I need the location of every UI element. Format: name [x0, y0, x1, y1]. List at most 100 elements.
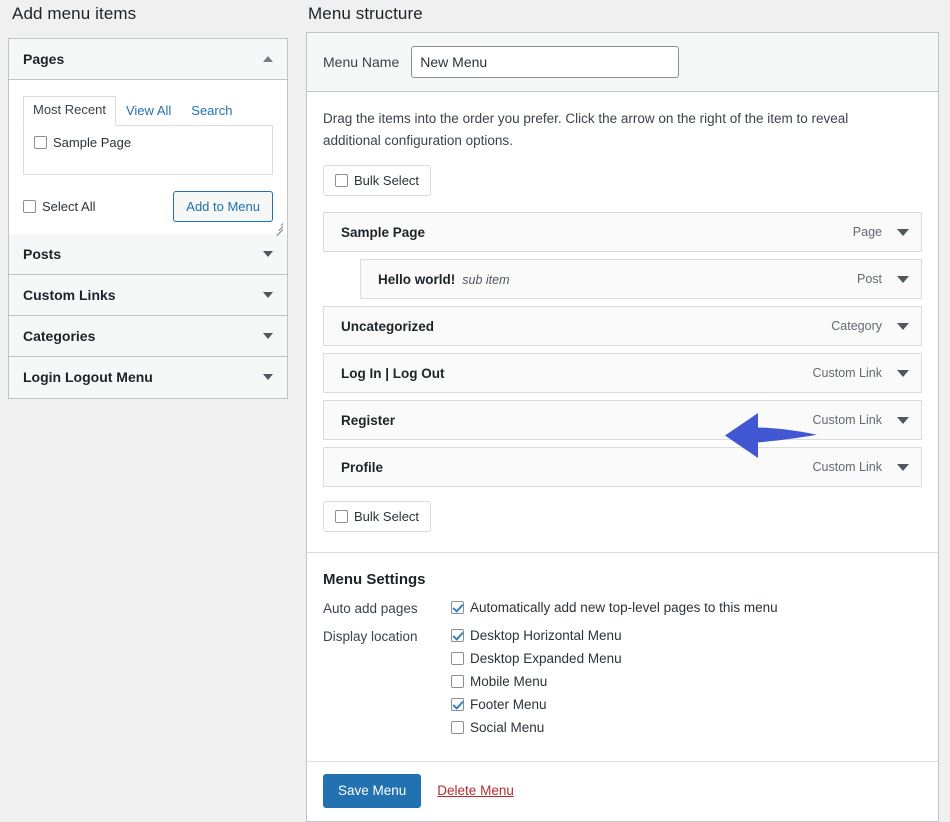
location-option-desktop-expanded[interactable]: Desktop Expanded Menu	[451, 651, 922, 666]
select-all-checkbox[interactable]	[23, 199, 36, 213]
chevron-down-icon[interactable]	[263, 374, 273, 381]
location-label-mobile: Mobile Menu	[470, 674, 548, 690]
location-option-footer[interactable]: Footer Menu	[451, 697, 922, 712]
bulk-select-bottom-wrapper: Bulk Select	[323, 501, 922, 533]
location-option-social[interactable]: Social Menu	[451, 720, 922, 735]
accordion-pages: Pages Most Recent View All Search Sample…	[9, 39, 287, 237]
pages-panel-body: Most Recent View All Search Sample Page …	[9, 80, 287, 237]
accordion-title-pages: Pages	[23, 51, 65, 67]
menu-item-sample-page[interactable]: Sample Page Page	[323, 212, 922, 253]
display-location-label: Display location	[323, 629, 418, 645]
bulk-select-checkbox-bottom[interactable]	[335, 510, 348, 524]
bulk-select-button-bottom[interactable]: Bulk Select	[323, 501, 432, 533]
menu-item-wrapper: Hello world! sub item Post	[323, 259, 922, 300]
menu-structure-heading: Menu structure	[308, 4, 423, 23]
menu-item-expand-toggle[interactable]	[896, 319, 910, 333]
chevron-down-icon	[897, 228, 909, 236]
tab-view-all[interactable]: View All	[116, 97, 181, 126]
page-checkbox-row[interactable]: Sample Page	[34, 135, 262, 150]
accordion-header-posts[interactable]: Posts	[9, 233, 287, 275]
accordion-title-login-logout-menu: Login Logout Menu	[23, 369, 153, 386]
save-menu-button[interactable]: Save Menu	[323, 774, 422, 808]
chevron-down-icon	[897, 322, 909, 330]
pages-tabs: Most Recent View All Search	[23, 96, 273, 126]
menu-item-type: Custom Link	[812, 413, 882, 428]
add-to-menu-button[interactable]: Add to Menu	[173, 190, 273, 222]
location-label-desktop-expanded: Desktop Expanded Menu	[470, 651, 622, 667]
chevron-down-icon	[897, 416, 909, 424]
location-option-mobile[interactable]: Mobile Menu	[451, 674, 922, 689]
menu-item-wrapper: Log In | Log Out Custom Link	[323, 353, 922, 394]
add-menu-items-panel: Pages Most Recent View All Search Sample…	[8, 38, 288, 399]
menu-item-expand-toggle[interactable]	[896, 460, 910, 474]
chevron-up-icon[interactable]	[263, 56, 273, 62]
bulk-select-button-top[interactable]: Bulk Select	[323, 165, 432, 197]
menu-item-wrapper: Profile Custom Link	[323, 447, 922, 488]
menu-item-register[interactable]: Register Custom Link	[323, 400, 922, 441]
menu-item-title-text: Hello world!	[378, 271, 456, 287]
drag-hint-text: Drag the items into the order you prefer…	[323, 111, 849, 148]
chevron-down-icon	[897, 369, 909, 377]
auto-add-pages-option-label: Automatically add new top-level pages to…	[470, 600, 778, 616]
accordion-title-custom-links: Custom Links	[23, 286, 116, 303]
auto-add-pages-label: Auto add pages	[323, 601, 418, 617]
menu-name-label: Menu Name	[323, 54, 400, 70]
menu-item-title: Hello world! sub item	[378, 272, 857, 287]
auto-add-pages-options: Automatically add new top-level pages to…	[451, 600, 922, 615]
delete-menu-link[interactable]: Delete Menu	[437, 783, 514, 798]
chevron-down-icon[interactable]	[263, 291, 273, 298]
location-checkbox-desktop-expanded[interactable]	[451, 652, 464, 666]
menu-item-type: Category	[831, 319, 882, 334]
chevron-down-icon[interactable]	[263, 332, 273, 339]
menu-item-profile[interactable]: Profile Custom Link	[323, 447, 922, 488]
menu-item-expand-toggle[interactable]	[896, 366, 910, 380]
select-all-row[interactable]: Select All	[23, 199, 95, 214]
accordion-header-categories[interactable]: Categories	[9, 315, 287, 357]
menu-item-expand-toggle[interactable]	[896, 413, 910, 427]
location-option-desktop-horizontal[interactable]: Desktop Horizontal Menu	[451, 628, 922, 643]
sample-page-label: Sample Page	[53, 134, 132, 150]
menu-name-input[interactable]	[411, 46, 680, 78]
auto-add-pages-option[interactable]: Automatically add new top-level pages to…	[451, 600, 922, 615]
tab-search[interactable]: Search	[181, 97, 242, 126]
accordion-header-pages[interactable]: Pages	[9, 39, 287, 80]
menu-item-expand-toggle[interactable]	[896, 272, 910, 286]
chevron-down-icon[interactable]	[263, 250, 273, 257]
auto-add-pages-row: Auto add pages Automatically add new top…	[323, 600, 922, 616]
pages-panel-actions: Select All Add to Menu	[23, 190, 273, 222]
bulk-select-label-top: Bulk Select	[354, 173, 420, 189]
menu-item-log-in-log-out[interactable]: Log In | Log Out Custom Link	[323, 353, 922, 394]
location-checkbox-social[interactable]	[451, 721, 464, 735]
menu-item-type: Page	[852, 225, 882, 240]
location-checkbox-mobile[interactable]	[451, 675, 464, 689]
bulk-select-checkbox-top[interactable]	[335, 174, 348, 188]
menu-item-type: Custom Link	[812, 460, 882, 475]
accordion-categories: Categories	[9, 315, 287, 357]
menu-item-title: Register	[341, 412, 396, 428]
menu-item-hello-world[interactable]: Hello world! sub item Post	[360, 259, 922, 300]
auto-add-pages-checkbox[interactable]	[451, 601, 464, 615]
accordion-title-categories: Categories	[23, 327, 96, 344]
menu-item-expand-toggle[interactable]	[896, 225, 910, 239]
tab-most-recent[interactable]: Most Recent	[23, 96, 116, 126]
menu-item-type: Custom Link	[812, 366, 882, 381]
location-checkbox-desktop-horizontal[interactable]	[451, 629, 464, 643]
display-location-options: Desktop Horizontal Menu Desktop Expanded…	[451, 628, 922, 735]
menu-item-wrapper: Sample Page Page	[323, 212, 922, 253]
menu-item-sub-label: sub item	[462, 272, 510, 287]
accordion-header-login-logout-menu[interactable]: Login Logout Menu	[9, 356, 287, 398]
display-location-row: Display location Desktop Horizontal Menu…	[323, 628, 922, 735]
resize-handle-icon[interactable]	[271, 219, 285, 237]
menu-structure-body: Drag the items into the order you prefer…	[307, 92, 938, 533]
location-checkbox-footer[interactable]	[451, 698, 464, 712]
sample-page-checkbox[interactable]	[34, 135, 47, 149]
accordion-title-posts: Posts	[23, 245, 62, 262]
accordion-custom-links: Custom Links	[9, 274, 287, 316]
location-label-desktop-horizontal: Desktop Horizontal Menu	[470, 628, 622, 644]
pages-tab-panel: Sample Page	[23, 124, 273, 175]
menu-item-uncategorized[interactable]: Uncategorized Category	[323, 306, 922, 347]
accordion-header-custom-links[interactable]: Custom Links	[9, 274, 287, 316]
menu-item-title: Log In | Log Out	[341, 365, 445, 381]
menus-admin-page: Add menu items Menu structure Pages Most…	[0, 0, 950, 822]
location-label-social: Social Menu	[470, 720, 545, 736]
